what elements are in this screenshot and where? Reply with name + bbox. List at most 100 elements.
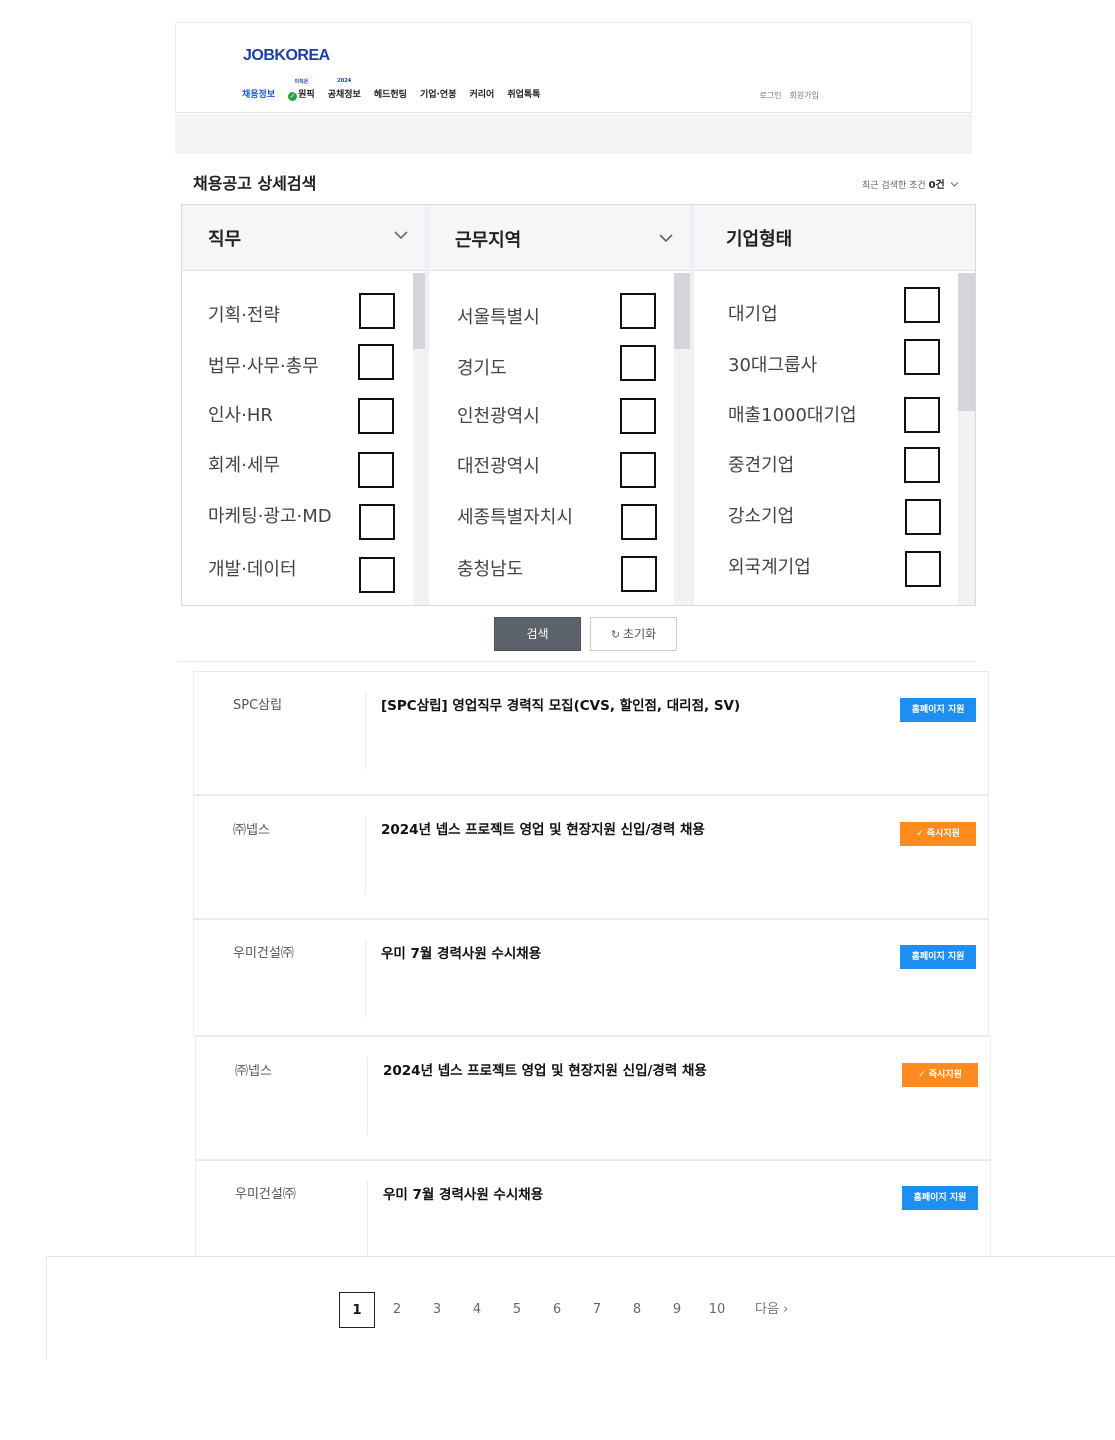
nav-item-talk[interactable]: 취업톡톡 xyxy=(507,87,540,101)
filter-option[interactable]: 서울특별시 xyxy=(429,289,690,339)
nav-label: 기업·연봉 xyxy=(419,90,457,100)
job-row[interactable]: 우미건설㈜ 우미 7월 경력사원 수시채용 홈페이지 지원 xyxy=(193,919,989,1036)
apply-label: 즉시지원 xyxy=(928,1070,962,1080)
company-name[interactable]: ㈜넵스 xyxy=(233,819,270,838)
nav-item-career[interactable]: 커리어 xyxy=(469,87,494,101)
option-checkbox[interactable] xyxy=(359,293,395,329)
instant-apply-button[interactable]: ✓ 즉시지원 xyxy=(900,822,976,846)
company-name[interactable]: SPC삼립 xyxy=(233,694,282,713)
page-10[interactable]: 10 xyxy=(697,1292,737,1328)
option-checkbox[interactable] xyxy=(905,499,941,535)
filter-option[interactable]: 30대그룹사 xyxy=(694,339,975,391)
homepage-apply-button[interactable]: 홈페이지 지원 xyxy=(900,698,976,722)
page-4[interactable]: 4 xyxy=(457,1292,497,1328)
filter-option[interactable]: 법무·사무·총무 xyxy=(182,340,425,390)
option-checkbox[interactable] xyxy=(358,452,394,488)
refresh-icon: ↻ xyxy=(610,628,621,641)
row-divider xyxy=(367,1057,368,1135)
scrollbar-thumb[interactable] xyxy=(958,273,975,411)
job-title[interactable]: 2024년 넵스 프로젝트 영업 및 현장지원 신입/경력 채용 xyxy=(381,818,705,838)
option-label: 개발·데이터 xyxy=(208,559,297,580)
option-label: 중견기업 xyxy=(728,455,795,476)
nav-item-onepick[interactable]: 이직은 ✓ 원픽 xyxy=(288,79,315,101)
job-title[interactable]: 우미 7월 경력사원 수시채용 xyxy=(381,942,541,962)
page-9[interactable]: 9 xyxy=(657,1292,697,1328)
option-checkbox[interactable] xyxy=(905,551,941,587)
job-title[interactable]: 2024년 넵스 프로젝트 영업 및 현장지원 신입/경력 채용 xyxy=(383,1059,707,1079)
option-checkbox[interactable] xyxy=(359,504,395,540)
option-checkbox[interactable] xyxy=(904,287,940,323)
page-3[interactable]: 3 xyxy=(417,1292,457,1328)
instant-apply-button[interactable]: ✓ 즉시지원 xyxy=(902,1063,978,1087)
search-button[interactable]: 검색 xyxy=(494,617,581,651)
option-checkbox[interactable] xyxy=(904,447,940,483)
nav-super-label: 2024 xyxy=(337,78,352,84)
filter-option[interactable]: 개발·데이터 xyxy=(182,553,425,603)
nav-item-headhunting[interactable]: 헤드헌팅 xyxy=(374,87,407,101)
company-name[interactable]: 우미건설㈜ xyxy=(235,1183,296,1202)
nav-item-public-recruit[interactable]: 2024 공채정보 xyxy=(328,78,361,101)
filter-option[interactable]: 마케팅·광고·MD xyxy=(182,500,425,550)
logo[interactable]: JOBKOREA xyxy=(243,47,330,65)
filter-option[interactable]: 대기업 xyxy=(694,287,975,339)
option-checkbox[interactable] xyxy=(904,339,940,375)
option-checkbox[interactable] xyxy=(620,293,656,329)
job-title[interactable]: 우미 7월 경력사원 수시채용 xyxy=(383,1183,543,1203)
job-row[interactable]: ㈜넵스 2024년 넵스 프로젝트 영업 및 현장지원 신입/경력 채용 ✓ 즉… xyxy=(195,1036,991,1160)
filter-option[interactable]: 기획·전략 xyxy=(182,289,425,339)
job-row[interactable]: ㈜넵스 2024년 넵스 프로젝트 영업 및 현장지원 신입/경력 채용 ✓ 즉… xyxy=(193,795,989,919)
option-checkbox[interactable] xyxy=(359,557,395,593)
filter-option[interactable]: 중견기업 xyxy=(694,447,975,497)
filter-scrollbar[interactable] xyxy=(958,273,975,605)
option-checkbox[interactable] xyxy=(904,397,940,433)
page-8[interactable]: 8 xyxy=(617,1292,657,1328)
reset-button[interactable]: ↻ 초기화 xyxy=(590,617,677,651)
filter-panel: 직무 기획·전략 법무·사무·총무 인사·HR 회계·세무 마케팅·광고·MD … xyxy=(181,204,976,606)
scrollbar-thumb[interactable] xyxy=(674,273,690,349)
page-5[interactable]: 5 xyxy=(497,1292,537,1328)
filter-option[interactable]: 세종특별자치시 xyxy=(429,500,690,550)
job-row[interactable]: SPC삼립 [SPC삼립] 영업직무 경력직 모집(CVS, 할인점, 대리점,… xyxy=(193,671,989,795)
recent-search-label: 최근 검색한 조건 xyxy=(862,181,926,191)
nav-item-recruit[interactable]: 채용정보 xyxy=(242,87,275,101)
company-name[interactable]: 우미건설㈜ xyxy=(233,942,294,961)
job-row[interactable]: 우미건설㈜ 우미 7월 경력사원 수시채용 홈페이지 지원 xyxy=(195,1160,991,1257)
next-page-button[interactable]: 다음 › xyxy=(737,1292,788,1328)
option-checkbox[interactable] xyxy=(620,452,656,488)
page-2[interactable]: 2 xyxy=(377,1292,417,1328)
option-label: 매출1000대기업 xyxy=(728,405,857,426)
filter-option[interactable]: 인천광역시 xyxy=(429,394,690,444)
filter-option[interactable]: 회계·세무 xyxy=(182,448,425,498)
filter-option[interactable]: 충청남도 xyxy=(429,552,690,602)
page-6[interactable]: 6 xyxy=(537,1292,577,1328)
option-checkbox[interactable] xyxy=(621,504,657,540)
filter-header-job[interactable]: 직무 xyxy=(182,205,425,271)
page-7[interactable]: 7 xyxy=(577,1292,617,1328)
signup-link[interactable]: 회원가입 xyxy=(790,90,819,101)
login-link[interactable]: 로그인 xyxy=(759,90,781,101)
row-divider xyxy=(365,816,366,894)
recent-search-dropdown[interactable]: 최근 검색한 조건 0건 xyxy=(862,176,959,191)
page-1[interactable]: 1 xyxy=(339,1292,375,1328)
filter-header-region[interactable]: 근무지역 xyxy=(429,205,690,271)
filter-option[interactable]: 매출1000대기업 xyxy=(694,393,975,443)
filter-option[interactable]: 강소기업 xyxy=(694,499,975,549)
option-checkbox[interactable] xyxy=(358,398,394,434)
filter-option[interactable]: 경기도 xyxy=(429,341,690,391)
filter-scrollbar[interactable] xyxy=(674,273,690,605)
job-title[interactable]: [SPC삼립] 영업직무 경력직 모집(CVS, 할인점, 대리점, SV) xyxy=(381,694,740,714)
option-checkbox[interactable] xyxy=(620,398,656,434)
option-checkbox[interactable] xyxy=(621,556,657,592)
homepage-apply-button[interactable]: 홈페이지 지원 xyxy=(900,945,976,969)
filter-option[interactable]: 대전광역시 xyxy=(429,448,690,498)
filter-header-company-type[interactable]: 기업형태 xyxy=(694,205,975,271)
filter-option[interactable]: 인사·HR xyxy=(182,394,425,444)
main-nav: 채용정보 이직은 ✓ 원픽 2024 공채정보 헤드헌팅 기업·연봉 커리어 취업… xyxy=(242,78,540,101)
divider xyxy=(178,661,976,662)
option-checkbox[interactable] xyxy=(358,344,394,380)
nav-item-company-salary[interactable]: 기업·연봉 xyxy=(420,87,457,101)
company-name[interactable]: ㈜넵스 xyxy=(235,1060,272,1079)
homepage-apply-button[interactable]: 홈페이지 지원 xyxy=(902,1186,978,1210)
option-checkbox[interactable] xyxy=(620,345,656,381)
filter-option[interactable]: 외국계기업 xyxy=(694,551,975,601)
